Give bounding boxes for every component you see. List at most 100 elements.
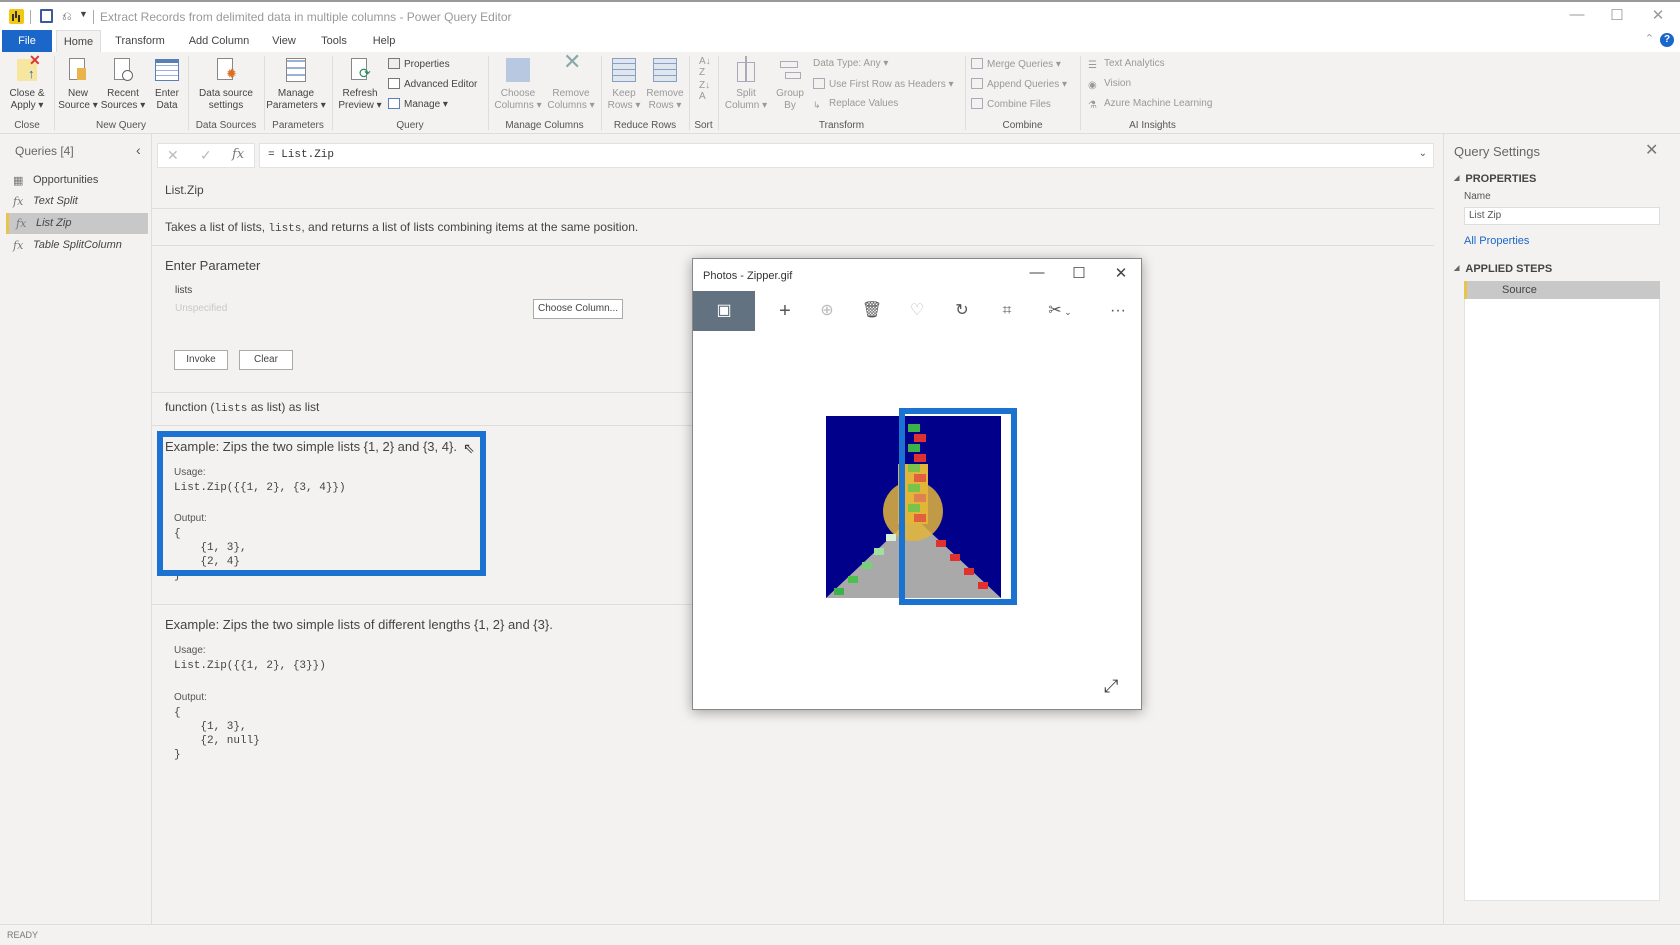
all-properties-link[interactable]: All Properties xyxy=(1464,235,1529,247)
vision-button[interactable]: ◉ Vision xyxy=(1088,78,1131,91)
more-options-icon[interactable]: ··· xyxy=(1098,291,1138,331)
group-label-data-sources: Data Sources xyxy=(195,120,257,131)
example-2-usage-label: Usage: xyxy=(174,645,206,656)
eye-icon: ◉ xyxy=(1088,80,1097,91)
group-label-combine: Combine xyxy=(1002,120,1043,131)
invoke-button[interactable]: Invoke xyxy=(174,350,228,370)
sort-descending-icon[interactable]: Z↓ A xyxy=(699,80,710,102)
append-queries-button[interactable]: Append Queries ▾ xyxy=(971,78,1067,90)
function-icon[interactable]: fx xyxy=(232,147,244,162)
query-item-list-zip[interactable]: fx List Zip xyxy=(6,213,148,234)
tab-tools[interactable]: Tools xyxy=(315,30,353,52)
param-input[interactable]: Unspecified xyxy=(175,303,475,317)
query-item-opportunities[interactable]: ▦ Opportunities xyxy=(6,170,148,191)
rotate-icon[interactable]: ↻ xyxy=(942,291,982,331)
combine-files-icon xyxy=(971,98,983,109)
tab-home[interactable]: Home xyxy=(56,30,101,52)
cancel-icon[interactable]: ✕ xyxy=(167,147,179,164)
collapse-pane-icon[interactable]: ‹ xyxy=(136,142,141,158)
divider xyxy=(152,392,692,393)
close-settings-icon[interactable]: ✕ xyxy=(1645,140,1658,160)
favorite-icon[interactable]: ♡ xyxy=(897,291,937,331)
choose-columns-label-1: Choose xyxy=(500,88,536,99)
formula-bar[interactable]: = List.Zip ⌄ xyxy=(259,143,1434,168)
minimize-button[interactable]: — xyxy=(1562,6,1592,23)
remove-columns-button[interactable]: ✕ Remove Columns ▾ xyxy=(546,51,596,112)
data-source-settings-label-1: Data source xyxy=(199,88,253,99)
close-apply-button[interactable]: ✕ ↑ Close & Apply ▾ xyxy=(6,53,48,112)
photos-close-button[interactable]: ✕ xyxy=(1101,264,1141,282)
name-label: Name xyxy=(1464,191,1491,202)
close-button[interactable]: ✕ xyxy=(1643,6,1673,24)
divider xyxy=(488,56,489,130)
tab-add-column[interactable]: Add Column xyxy=(183,30,255,52)
choose-columns-button[interactable]: Choose Columns ▾ xyxy=(492,56,544,112)
group-by-button[interactable]: Group By xyxy=(772,56,808,112)
query-item-table-splitcolumn[interactable]: fx Table SplitColumn xyxy=(6,235,148,256)
recent-sources-button[interactable]: Recent Sources ▾ xyxy=(100,56,146,112)
properties-label: Properties xyxy=(404,59,450,70)
tab-file[interactable]: File xyxy=(2,30,52,52)
enter-data-button[interactable]: Enter Data xyxy=(150,56,184,112)
data-type-dropdown[interactable]: Data Type: Any ▾ xyxy=(813,58,888,69)
advanced-editor-button[interactable]: Advanced Editor xyxy=(388,78,477,90)
split-column-label-1: Split xyxy=(736,88,756,99)
confirm-icon[interactable]: ✓ xyxy=(200,147,212,164)
refresh-preview-button[interactable]: ⟳ Refresh Preview ▾ xyxy=(336,56,384,112)
combine-files-button[interactable]: Combine Files xyxy=(971,98,1051,110)
undo-icon[interactable]: ⎌ xyxy=(62,9,72,24)
tab-transform[interactable]: Transform xyxy=(110,30,170,52)
tab-view[interactable]: View xyxy=(268,30,300,52)
replace-values-button[interactable]: ↳ Replace Values xyxy=(813,98,898,111)
function-icon: fx xyxy=(13,239,24,252)
applied-steps-section-label[interactable]: APPLIED STEPS xyxy=(1454,263,1552,275)
split-column-button[interactable]: Split Column ▾ xyxy=(722,56,770,112)
new-source-label-1: New xyxy=(67,88,88,99)
merge-queries-button[interactable]: Merge Queries ▾ xyxy=(971,58,1061,70)
query-name-input[interactable]: List Zip xyxy=(1464,207,1660,225)
query-item-text-split[interactable]: fx Text Split xyxy=(6,191,148,212)
example-2-title: Example: Zips the two simple lists of di… xyxy=(165,617,553,632)
refresh-icon: ⟳ xyxy=(347,56,373,84)
remove-rows-button[interactable]: Remove Rows ▾ xyxy=(645,56,685,112)
manage-parameters-button[interactable]: Manage Parameters ▾ xyxy=(266,56,326,112)
edit-create-icon[interactable]: ✂ ⌄ xyxy=(1038,291,1082,331)
manage-button[interactable]: Manage ▾ xyxy=(388,98,448,110)
new-source-icon xyxy=(65,56,91,84)
collapse-ribbon-icon[interactable]: ⌃ xyxy=(1645,32,1654,45)
clear-button[interactable]: Clear xyxy=(239,350,293,370)
crop-icon[interactable]: ⌗ xyxy=(987,291,1027,331)
recent-sources-label-2: Sources ▾ xyxy=(100,100,146,111)
text-analytics-button[interactable]: ☰ Text Analytics xyxy=(1088,58,1165,71)
use-first-row-headers-button[interactable]: Use First Row as Headers ▾ xyxy=(813,78,954,90)
expand-formula-icon[interactable]: ⌄ xyxy=(1419,148,1427,159)
properties-section-label[interactable]: PROPERTIES xyxy=(1454,173,1536,185)
zoom-icon[interactable]: ⊕ xyxy=(807,291,847,331)
function-signature: function (lists as list) as list xyxy=(165,400,320,415)
maximize-button[interactable]: ☐ xyxy=(1602,6,1632,24)
photos-maximize-button[interactable]: ☐ xyxy=(1059,264,1099,282)
applied-step-source[interactable]: Source xyxy=(1464,281,1660,299)
full-screen-icon[interactable]: ⤢ xyxy=(1104,676,1118,697)
formula-text[interactable]: = List.Zip xyxy=(268,149,334,161)
keep-rows-button[interactable]: Keep Rows ▾ xyxy=(605,56,643,112)
data-source-settings-button[interactable]: ✹ Data source settings xyxy=(193,56,259,112)
save-icon[interactable] xyxy=(40,9,53,23)
help-icon[interactable]: ? xyxy=(1660,33,1674,47)
azure-ml-button[interactable]: ⚗ Azure Machine Learning xyxy=(1088,98,1212,111)
tab-help[interactable]: Help xyxy=(366,30,402,52)
delete-icon[interactable]: 🗑 xyxy=(852,291,892,331)
properties-button[interactable]: Properties xyxy=(388,58,450,70)
choose-column-button[interactable]: Choose Column... xyxy=(533,299,623,319)
customize-toolbar-icon[interactable]: ▼ xyxy=(79,9,88,19)
group-label-manage-columns: Manage Columns xyxy=(505,120,584,131)
photos-minimize-button[interactable]: — xyxy=(1017,264,1057,281)
table-icon xyxy=(154,56,180,84)
add-to-icon[interactable]: + xyxy=(765,291,805,331)
divider xyxy=(601,56,602,130)
divider xyxy=(30,10,31,24)
see-all-photos-icon[interactable]: ▣ xyxy=(693,291,755,331)
sort-ascending-icon[interactable]: A↓ Z xyxy=(699,56,711,78)
new-source-button[interactable]: New Source ▾ xyxy=(58,56,98,112)
group-label-new-query: New Query xyxy=(95,120,146,131)
